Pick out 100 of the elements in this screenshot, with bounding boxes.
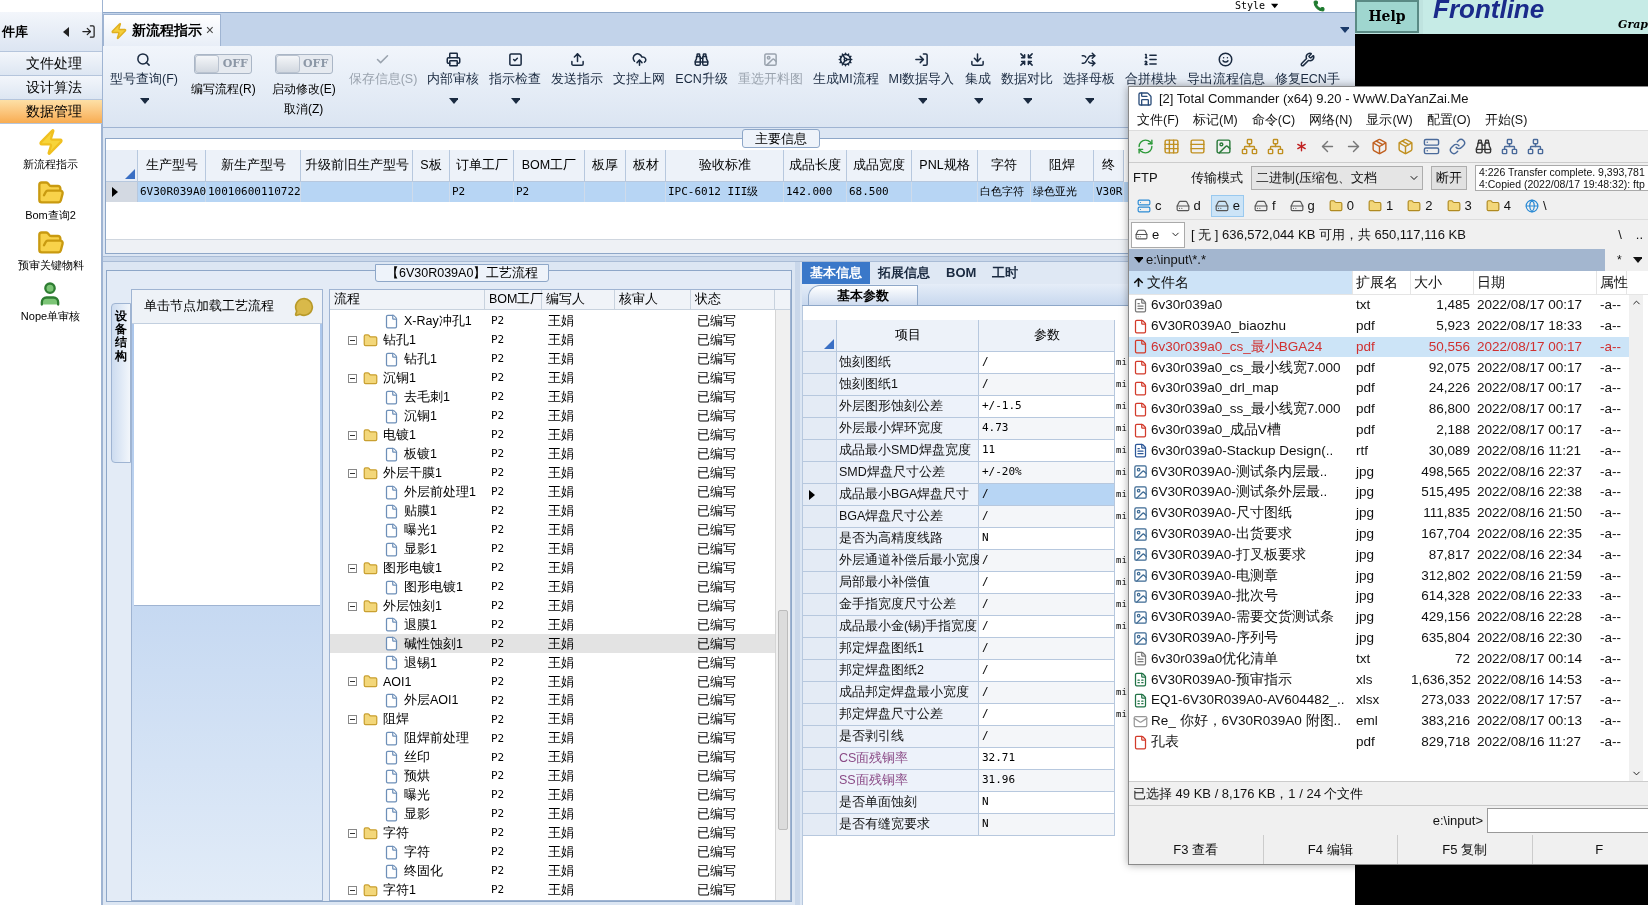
image-icon[interactable] [1215, 138, 1232, 155]
collapse-box-icon[interactable] [348, 829, 357, 839]
column-header[interactable]: 属性 [1597, 271, 1627, 294]
collapse-box-icon[interactable] [348, 563, 357, 573]
file-row[interactable]: 6v30r039a0_drl_map pdf 24,226 2022/08/17 00:17 -a-- [1129, 378, 1629, 399]
toolbar-button[interactable]: 发送指示 [546, 46, 609, 89]
drive-dropdown[interactable]: e [1131, 221, 1185, 248]
file-row[interactable]: 6V30R039A0-测试条外层最.. jpg 515,495 2022/08/16 22:38 -a-- [1129, 482, 1629, 503]
sidebar-section[interactable]: 文件处理 [0, 52, 102, 76]
column-header[interactable]: BOM工厂 [485, 290, 542, 309]
column-header[interactable]: 核审人 [615, 290, 691, 309]
file-row[interactable]: 6V30R039A0-批次号 jpg 614,328 2022/08/16 22:33 -a-- [1129, 586, 1629, 607]
toolbar-button[interactable]: 合拼模块 [1119, 46, 1182, 89]
column-header[interactable]: 板厚 [585, 150, 626, 182]
toolbar-button[interactable]: 集成 [959, 46, 996, 107]
forward-icon[interactable] [1345, 138, 1362, 155]
toolbar-button[interactable]: 选择母板 [1057, 46, 1120, 107]
launcher-label[interactable]: Nope单审核 [20, 307, 81, 324]
collapse-box-icon[interactable] [348, 677, 357, 687]
column-header[interactable]: 日期 [1474, 271, 1597, 294]
file-row[interactable]: 6v30r039a0-Stackup Design(.. rtf 30,089 2022/08/16 11:21 -a-- [1129, 440, 1629, 462]
tree-icon[interactable] [1267, 138, 1284, 155]
launcher-label[interactable]: 预审关键物料 [17, 257, 84, 274]
collapse-box-icon[interactable] [348, 468, 357, 478]
filter-button[interactable]: * [1617, 251, 1622, 269]
column-header[interactable]: 成品宽度 [847, 150, 912, 182]
file-row[interactable]: 6v30r039a0_cs_最小BGA24 pdf 50,556 2022/08/17 00:17 -a-- [1129, 336, 1629, 358]
drive-button[interactable]: \ [1521, 195, 1551, 217]
function-key-button[interactable]: F4 编辑 [1263, 835, 1398, 864]
file-row[interactable]: Re_ 你好，6V30R039A0 附图.. eml 383,216 2022/08/17 00:13 -a-- [1129, 710, 1629, 732]
toolbar-button[interactable]: 指示检查 [484, 46, 547, 107]
toolbar-button[interactable]: MI数据导入 [883, 46, 960, 107]
lightning-icon[interactable] [36, 128, 65, 156]
menu-item[interactable]: 显示(W) [1366, 111, 1413, 130]
collapse-box-icon[interactable] [348, 886, 357, 896]
drive-button[interactable]: e [1210, 195, 1244, 217]
menu-item[interactable]: 开始(S) [1484, 111, 1528, 130]
file-row[interactable]: 6V30R039A0-需要交货测试条 jpg 429,156 2022/08/16 22:28 -a-- [1129, 606, 1629, 628]
launcher-label[interactable]: 新流程指示 [23, 156, 78, 173]
toolbar-button[interactable]: ECN升级 [670, 46, 733, 89]
row-header[interactable] [803, 484, 837, 506]
toolbar-button[interactable]: 生成MI流程 [807, 46, 884, 89]
column-header[interactable]: 生产型号 [138, 150, 206, 182]
menu-item[interactable]: 文件(F) [1137, 111, 1179, 130]
command-field[interactable] [1487, 808, 1648, 833]
vertical-tab[interactable]: 设备结构 [111, 303, 131, 463]
toolbar-button[interactable]: 修复ECN手 [1269, 46, 1345, 89]
column-header[interactable]: 阻焊 [1031, 150, 1094, 182]
style-menu[interactable]: Style [1234, 1, 1265, 11]
collapse-box-icon[interactable] [348, 715, 357, 725]
file-row[interactable]: 6v30r039a0_ss_最小线宽7.000 pdf 86,800 2022/08/17 00:17 -a-- [1129, 399, 1629, 420]
tree-icon[interactable] [1527, 138, 1544, 155]
file-row[interactable]: 6V30R039A0-电测章 jpg 312,802 2022/08/16 21:59 -a-- [1129, 565, 1629, 587]
column-header[interactable]: 参数 [979, 320, 1115, 352]
file-row[interactable]: 6V30R039A0-序列号 jpg 635,804 2022/08/16 22:30 -a-- [1129, 627, 1629, 649]
tree-row[interactable]: 碱性蚀刻1 P2 王娟 已编写 [330, 634, 775, 654]
file-row[interactable]: 6v30r039a0_cs_最小线宽7.000 pdf 92,075 2022/08/17 00:17 -a-- [1129, 357, 1629, 379]
drive-button[interactable]: 4 [1481, 195, 1515, 217]
help-button[interactable]: Help [1355, 0, 1419, 33]
toolbar-button[interactable]: 内部审核 [422, 46, 485, 107]
file-row[interactable]: 6V30R039A0-尺寸图纸 jpg 111,835 2022/08/16 21:50 -a-- [1129, 502, 1629, 524]
menu-item[interactable]: 配置(O) [1426, 111, 1471, 130]
file-row[interactable]: 6v30r039a0_成品V槽 pdf 2,188 2022/08/17 00:17 -a-- [1129, 419, 1629, 441]
sidebar-section[interactable]: 设计算法 [0, 76, 102, 100]
column-header[interactable]: 大小 [1411, 271, 1474, 294]
file-row[interactable]: 6V30R039A0-测试条内层最.. jpg 498,565 2022/08/16 22:37 -a-- [1129, 461, 1629, 483]
grid-icon[interactable] [1163, 138, 1180, 155]
collapse-box-icon[interactable] [348, 430, 357, 440]
tree-icon[interactable] [1241, 138, 1258, 155]
toolbar-button[interactable]: 型号查询(F) [105, 46, 183, 107]
back-icon[interactable] [1319, 138, 1336, 155]
document-tab[interactable]: 新流程指示 × [103, 14, 221, 46]
collapse-box-icon[interactable] [348, 373, 357, 383]
file-row[interactable]: 6V30R039A0-出货要求 jpg 167,704 2022/08/16 22:35 -a-- [1129, 523, 1629, 545]
column-header[interactable]: 编写人 [542, 290, 615, 309]
tree-icon[interactable] [1501, 138, 1518, 155]
launcher-label[interactable]: Bom查询2 [25, 206, 76, 223]
tab[interactable]: 工时 [984, 262, 1027, 284]
package-icon[interactable] [1397, 138, 1414, 155]
toolbar-button[interactable]: 数据对比 [995, 46, 1058, 107]
column-header[interactable]: 扩展名 [1353, 271, 1411, 294]
toolbar-button[interactable]: 文控上网 [608, 46, 671, 89]
column-header[interactable]: 流程 [330, 290, 485, 309]
file-row[interactable]: 6V30R039A0-预审指示 xls 1,636,352 2022/08/16 14:53 -a-- [1129, 669, 1629, 691]
vertical-scrollbar[interactable] [775, 310, 790, 900]
column-header[interactable]: 升级前旧生产型号 [301, 150, 413, 182]
column-header[interactable]: 状态 [691, 290, 775, 309]
binoculars-icon[interactable] [1475, 138, 1492, 155]
column-header[interactable]: 验收标准 [666, 150, 784, 182]
column-header[interactable]: BOM工厂 [514, 150, 585, 182]
menu-item[interactable]: 命令(C) [1251, 111, 1296, 130]
function-key-button[interactable]: F3 查看 [1129, 835, 1264, 864]
vertical-scrollbar[interactable] [1629, 295, 1643, 781]
file-row[interactable]: 6v30r039a0优化清单 txt 72 2022/08/17 00:14 -a-- [1129, 648, 1629, 670]
disconnect-button[interactable]: 断开 [1431, 166, 1467, 190]
refresh-icon[interactable] [1137, 138, 1154, 155]
up-button[interactable]: .. [1635, 224, 1643, 245]
collapse-box-icon[interactable] [348, 335, 357, 345]
tab[interactable]: BOM [938, 262, 985, 284]
column-header[interactable]: 成品长度 [784, 150, 847, 182]
